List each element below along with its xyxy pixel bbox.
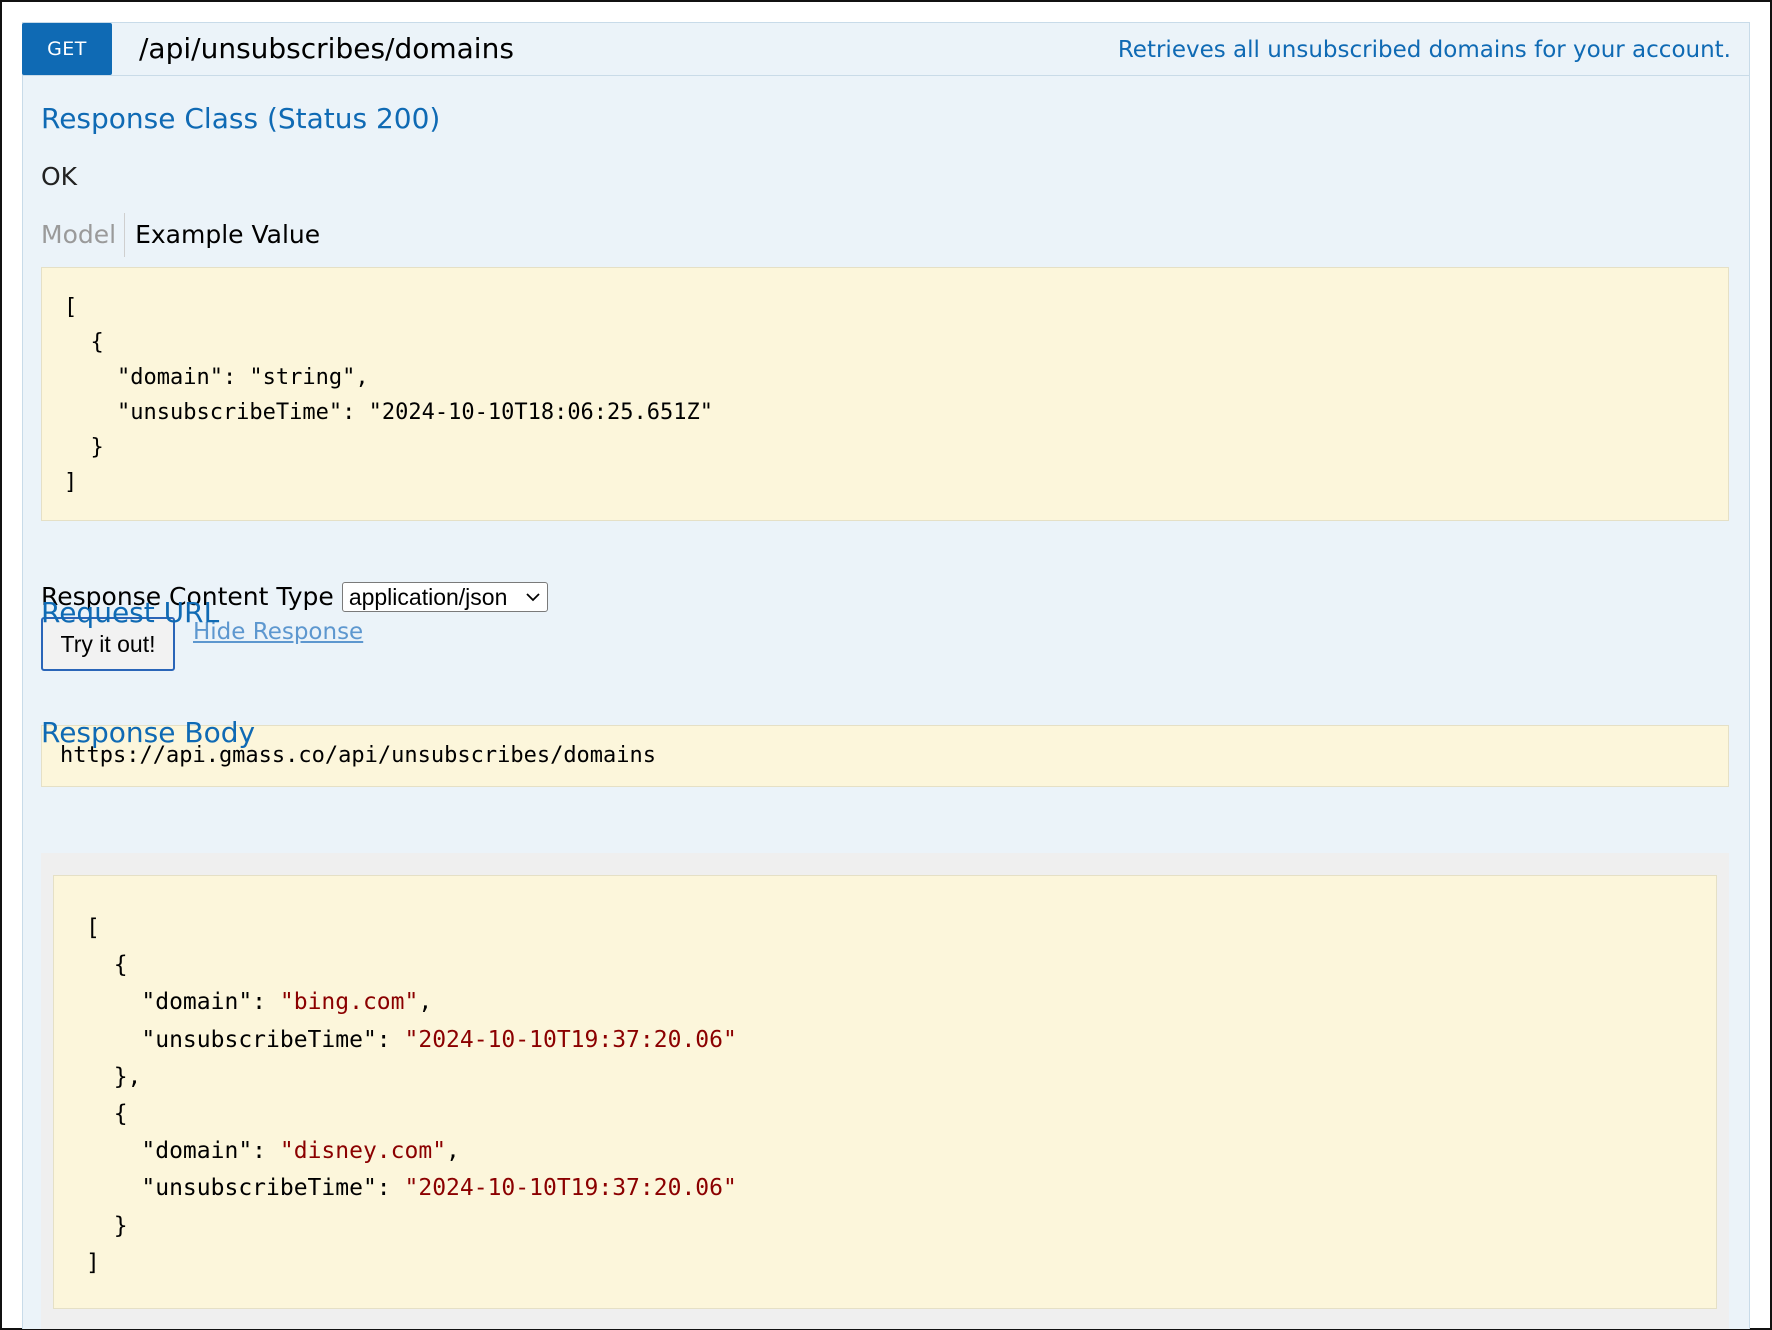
operation-panel: GET /api/unsubscribes/domains Retrieves …: [22, 22, 1750, 1329]
json-key: "unsubscribeTime": [141, 1175, 377, 1202]
endpoint-summary[interactable]: Retrieves all unsubscribed domains for y…: [1118, 35, 1731, 65]
json-string-value: "2024-10-10T19:37:20.06": [404, 1175, 737, 1202]
request-url-box: https://api.gmass.co/api/unsubscribes/do…: [41, 725, 1729, 787]
operation-header[interactable]: GET /api/unsubscribes/domains Retrieves …: [22, 23, 1749, 76]
code-line: ]: [64, 470, 78, 495]
response-body-heading: Response Body: [41, 716, 256, 749]
json-key: "domain": [141, 1138, 253, 1165]
code-line: }: [64, 435, 104, 460]
request-url-heading: Request URL: [41, 596, 220, 629]
json-key: "domain": [141, 989, 253, 1016]
status-text: OK: [41, 162, 78, 191]
content-type-value: application/json: [348, 583, 508, 610]
json-key: "unsubscribeTime": [141, 1026, 377, 1053]
response-body-code: [ { "domain": "bing.com", "unsubscribeTi…: [53, 875, 1717, 1309]
code-line: [: [64, 295, 78, 320]
json-string-value: "2024-10-10T19:37:20.06": [404, 1026, 737, 1053]
code-line: "domain": "string",: [64, 365, 369, 390]
code-line: "unsubscribeTime": "2024-10-10T18:06:25.…: [64, 400, 714, 425]
response-class-heading: Response Class (Status 200): [41, 102, 441, 135]
chevron-down-icon: [526, 593, 540, 602]
endpoint-path[interactable]: /api/unsubscribes/domains: [139, 31, 514, 67]
content-type-select[interactable]: application/json: [341, 582, 548, 612]
tab-model[interactable]: Model: [41, 213, 126, 257]
window-frame: GET /api/unsubscribes/domains Retrieves …: [0, 0, 1772, 1330]
code-line: {: [64, 330, 104, 355]
response-body-container: [ { "domain": "bing.com", "unsubscribeTi…: [41, 853, 1729, 1329]
model-tabs: Model Example Value: [41, 213, 320, 257]
tab-example-value[interactable]: Example Value: [125, 213, 320, 257]
json-string-value: "bing.com": [279, 989, 419, 1016]
http-method-badge[interactable]: GET: [22, 23, 112, 75]
example-value-code: [ { "domain": "string", "unsubscribeTime…: [41, 267, 1729, 521]
json-string-value: "disney.com": [279, 1138, 447, 1165]
